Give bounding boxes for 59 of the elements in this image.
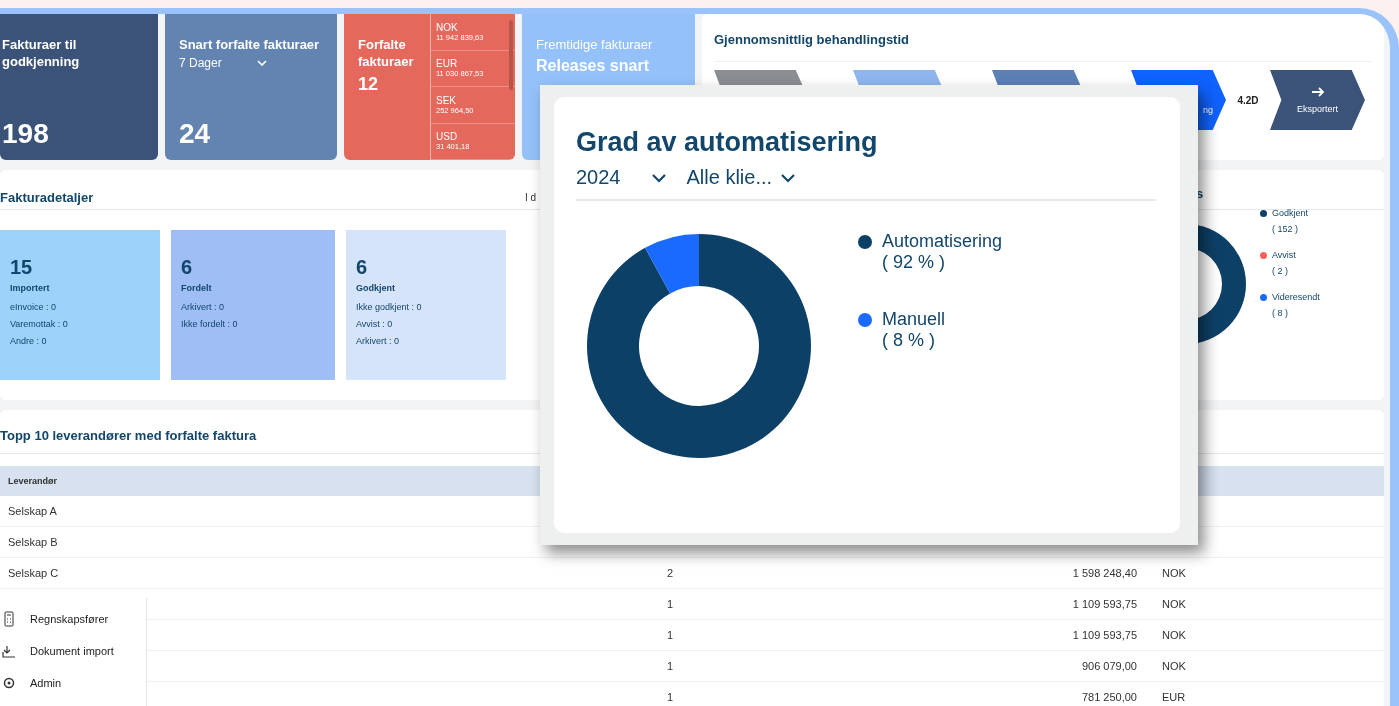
table-cell: Selskap A [8,505,57,517]
legend-count: ( 8 ) [1272,308,1288,318]
table-cell: 1 598 248,40 [1072,567,1137,579]
panel-title: Fakturadetaljer [0,190,94,205]
currency-code: USD [436,131,459,143]
table-cell: NOK [1162,598,1186,610]
table-cell: 1 [666,691,674,703]
currency-code: NOK [436,21,459,33]
table-cell: 781 250,00 [1081,691,1137,703]
status-count: 6 [356,256,369,279]
legend-label: Automatisering [882,231,1003,252]
table-cell: 906 079,00 [1081,660,1137,672]
status-breakdown: Arkivert : 0 [181,301,225,314]
table-cell: NOK [1162,660,1186,672]
table-cell: NOK [1162,567,1186,579]
table-cell: 1 109 593,75 [1072,598,1137,610]
kpi-value: 24 [179,118,212,150]
status-label: Fordelt [181,283,213,293]
table-cell: EUR [1162,691,1186,703]
status-breakdown: Avvist : 0 [356,318,394,331]
kpi-value: 12 [358,74,380,95]
legend-percent: ( 8 % ) [882,330,935,350]
legend-count: ( 2 ) [1272,266,1288,276]
table-cell: 2 [666,567,674,579]
status-breakdown: eInvoice : 0 [10,301,58,314]
status-breakdown: Varemottak : 0 [10,318,69,331]
kpi-subtitle: Releases snart [536,57,650,75]
kpi-title: Forfalte fakturaer [358,36,415,70]
kpi-title: Fremtidige fakturaer [536,36,654,53]
legend-label: Godkjent [1272,208,1309,218]
legend-label: Manuell [882,309,946,330]
status-label: Importert [10,283,51,293]
legend-label: Avvist [1272,250,1296,260]
kpi-value: 198 [2,118,50,150]
table-cell: Selskap C [8,567,59,579]
status-count: 6 [181,256,194,279]
currency-code: EUR [436,58,459,70]
legend-label: Videresendt [1272,292,1320,302]
kpi-title: Fakturaer til godkjenning [2,36,81,70]
table-cell: 1 [666,598,674,610]
duration-label: 4.2D [1236,94,1260,106]
table-cell: 1 [666,629,674,641]
status-breakdown: Arkivert : 0 [356,335,400,348]
status-breakdown: Ikke godkjent : 0 [356,301,423,314]
status-breakdown: Ikke fordelt : 0 [181,318,239,331]
panel-title: Gjennomsnittlig behandlingstid [714,32,910,47]
legend-count: ( 152 ) [1272,224,1298,234]
legend-percent: ( 92 % ) [882,252,946,272]
currency-code: SEK [436,94,457,106]
table-cell: NOK [1162,629,1186,641]
status-breakdown: Andre : 0 [10,335,48,348]
column-label: I d [524,192,536,203]
status-count: 15 [10,256,34,279]
table-cell: Selskap B [8,536,58,548]
table-cell: 1 [666,660,674,672]
status-label: Godkjent [356,283,396,293]
kpi-title: Snart forfalte fakturaer [179,36,321,53]
table-cell: 1 109 593,75 [1072,629,1137,641]
popup-title: Grad av automatisering [576,127,879,158]
